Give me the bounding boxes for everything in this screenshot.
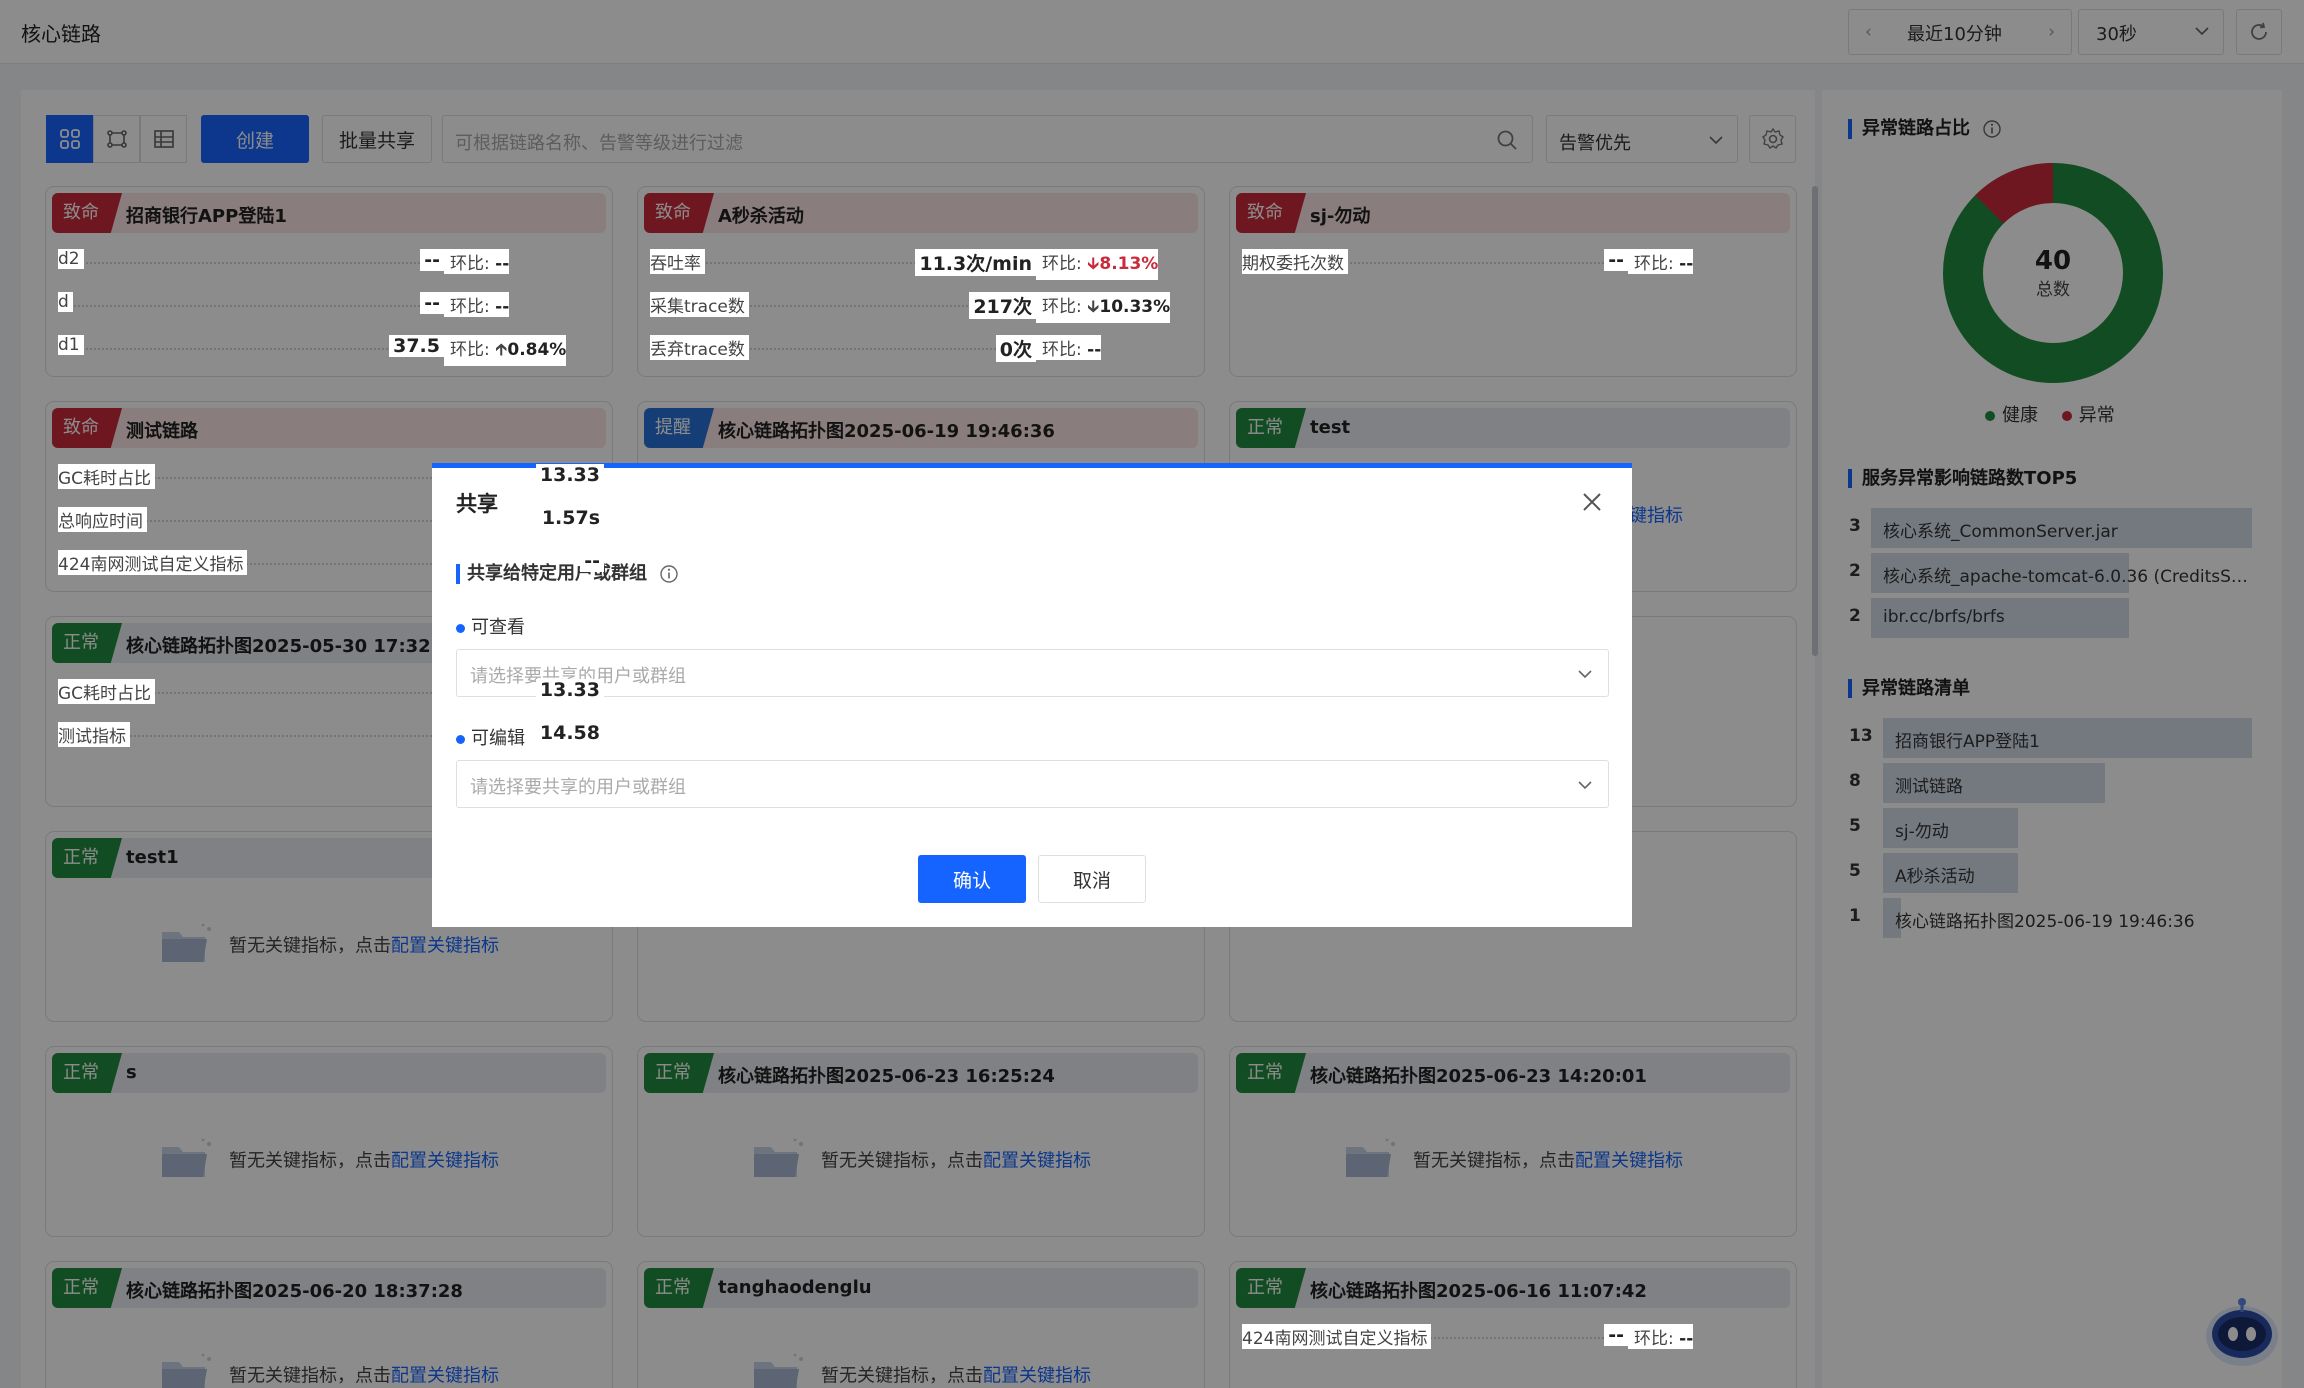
metric-label: GC耗时占比 — [58, 464, 156, 489]
chevron-down-icon — [1578, 670, 1592, 679]
change-label: 环比: — [450, 297, 490, 317]
metric-label: d2 — [58, 249, 84, 269]
metric-change: 环比: 🡳8.13% — [1036, 249, 1159, 280]
metric-value: 0次 — [995, 335, 1036, 362]
change-value: -- — [495, 297, 510, 317]
metric-label: 期权委托次数 — [1242, 249, 1348, 274]
change-value: -- — [1679, 1329, 1694, 1349]
view-label-text: 可查看 — [471, 617, 525, 638]
metric-value: -- — [1604, 1324, 1628, 1346]
change-value: -- — [1087, 340, 1102, 360]
metric-label: 吞吐率 — [650, 249, 705, 274]
metric-value: 14.58 — [535, 722, 604, 744]
edit-label-text: 可编辑 — [471, 728, 525, 749]
change-label: 环比: — [1042, 340, 1082, 360]
metric-label: 424南网测试自定义指标 — [1242, 1324, 1432, 1349]
cancel-button[interactable]: 取消 — [1038, 855, 1146, 903]
metric-label: 424南网测试自定义指标 — [58, 550, 248, 575]
dialog-title: 共享 — [456, 492, 498, 516]
change-label: 环比: — [1634, 254, 1674, 274]
metric-value: -- — [420, 249, 444, 271]
change-label: 环比: — [1042, 297, 1082, 317]
change-value: 10.33% — [1099, 297, 1171, 317]
metric-change: 环比: 🡱0.84% — [444, 335, 567, 366]
required-dot — [456, 623, 465, 633]
confirm-button[interactable]: 确认 — [918, 855, 1026, 903]
change-value: -- — [495, 254, 510, 274]
chevron-down-icon — [1578, 781, 1592, 790]
metric-value: -- — [420, 292, 444, 314]
share-section-title: 共享给特定用户或群组 — [456, 564, 679, 584]
change-value: 8.13% — [1099, 254, 1159, 274]
info-icon[interactable] — [659, 564, 679, 584]
metric-value: 13.33 — [535, 679, 604, 701]
metric-value: 11.3次/min — [915, 249, 1036, 276]
change-label: 环比: — [1042, 254, 1082, 274]
metric-label: 丢弃trace数 — [650, 335, 749, 360]
metric-label: d — [58, 292, 73, 312]
share-section-text: 共享给特定用户或群组 — [467, 563, 647, 584]
arrow-down-icon: 🡳 — [1087, 254, 1100, 274]
metric-label: 测试指标 — [58, 722, 130, 747]
view-users-select[interactable]: 请选择要共享的用户或群组 — [456, 649, 1609, 697]
metric-value: -- — [580, 550, 604, 572]
metric-label: GC耗时占比 — [58, 679, 156, 704]
metric-change: 环比: 🡳10.33% — [1036, 292, 1171, 323]
edit-users-select[interactable]: 请选择要共享的用户或群组 — [456, 760, 1609, 808]
change-value: -- — [1679, 254, 1694, 274]
metric-change: 环比: -- — [444, 249, 510, 274]
change-label: 环比: — [450, 254, 490, 274]
metric-value: 1.57s — [537, 507, 604, 529]
metric-label: 总响应时间 — [58, 507, 147, 532]
metric-change: 环比: -- — [444, 292, 510, 317]
share-dialog: 共享 共享给特定用户或群组 可查看 请选择要共享的用户或群组 可编辑 请选择要共… — [432, 463, 1632, 927]
metric-label: 采集trace数 — [650, 292, 749, 317]
metric-value: -- — [1604, 249, 1628, 271]
arrow-down-icon: 🡳 — [1087, 297, 1100, 317]
metric-value: 37.5 — [389, 335, 444, 357]
change-value: 0.84% — [507, 340, 567, 360]
metric-change: 环比: -- — [1628, 249, 1694, 274]
arrow-up-icon: 🡱 — [495, 340, 508, 360]
change-label: 环比: — [450, 340, 490, 360]
close-icon[interactable] — [1580, 490, 1604, 514]
metric-label: d1 — [58, 335, 84, 355]
edit-permission-label: 可编辑 — [456, 724, 525, 750]
metric-value: 217次 — [969, 292, 1036, 319]
edit-select-placeholder: 请选择要共享的用户或群组 — [470, 777, 686, 798]
metric-change: 环比: -- — [1628, 1324, 1694, 1349]
metric-change: 环比: -- — [1036, 335, 1102, 360]
metric-value: 13.33 — [535, 464, 604, 486]
view-permission-label: 可查看 — [456, 613, 525, 639]
required-dot — [456, 734, 465, 744]
change-label: 环比: — [1634, 1329, 1674, 1349]
